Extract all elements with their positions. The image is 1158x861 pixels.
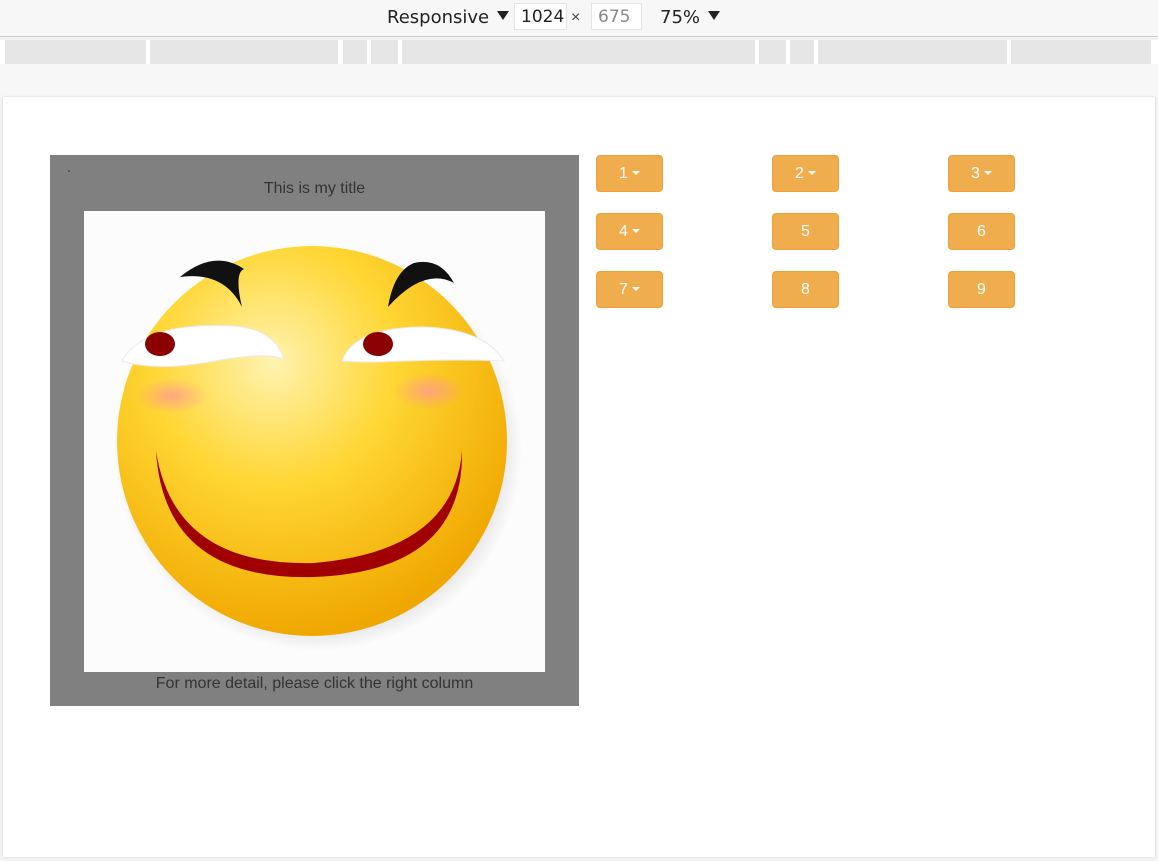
button-label: 4	[619, 223, 628, 240]
media-query-segment[interactable]	[402, 40, 755, 64]
button-label: 6	[977, 223, 986, 240]
dropdown-button-7[interactable]: 7	[596, 271, 663, 308]
dropdown-button-4[interactable]: 4	[596, 213, 663, 250]
zoom-dropdown[interactable]: 75%	[660, 7, 721, 28]
button-label: 1	[619, 165, 628, 182]
caret-down-icon	[631, 171, 640, 175]
dimension-separator: ×	[571, 9, 581, 26]
media-query-segment[interactable]	[790, 40, 814, 64]
image-card: This is my title For more detail, please…	[50, 155, 579, 706]
media-query-segment[interactable]	[150, 40, 338, 64]
button-label: 2	[795, 165, 804, 182]
smiley-image	[84, 211, 545, 672]
page-viewport: This is my title For more detail, please…	[3, 97, 1155, 857]
button-label: 7	[619, 281, 628, 298]
button-label: 3	[971, 165, 980, 182]
caret-down-icon	[631, 287, 640, 291]
device-mode-label: Responsive	[387, 7, 490, 28]
card-title: This is my title	[263, 180, 366, 197]
media-query-segment[interactable]	[1011, 40, 1151, 64]
decorative-dot	[68, 170, 70, 172]
button-label: 8	[801, 281, 810, 298]
media-query-segment[interactable]	[371, 40, 398, 64]
button-label: 9	[977, 281, 986, 298]
smiley-face-icon	[114, 246, 522, 651]
chevron-down-icon	[497, 11, 510, 20]
caret-down-icon	[983, 171, 992, 175]
chevron-down-icon	[708, 11, 721, 20]
media-query-segment[interactable]	[343, 40, 367, 64]
viewport-width-input[interactable]: 1024	[514, 3, 567, 30]
button-9[interactable]: 9	[948, 271, 1015, 308]
device-mode-dropdown[interactable]: Responsive	[387, 7, 510, 28]
ruler-spacer	[0, 64, 1158, 97]
caret-down-icon	[631, 229, 640, 233]
media-query-bar	[0, 40, 1158, 64]
button-label: 5	[801, 223, 810, 240]
dropdown-button-3[interactable]: 3	[948, 155, 1015, 192]
media-query-segment[interactable]	[5, 40, 146, 64]
media-query-segment[interactable]	[759, 40, 786, 64]
dropdown-button-1[interactable]: 1	[596, 155, 663, 192]
button-6[interactable]: 6	[948, 213, 1015, 250]
dropdown-button-2[interactable]: 2	[772, 155, 839, 192]
viewport-height-input[interactable]: 675	[591, 3, 642, 30]
button-8[interactable]: 8	[772, 271, 839, 308]
button-5[interactable]: 5	[772, 213, 839, 250]
card-caption: For more detail, please click the right …	[155, 675, 474, 692]
zoom-label: 75%	[660, 7, 701, 28]
media-query-segment[interactable]	[818, 40, 1007, 64]
devtools-toolbar: Responsive 1024 × 675 75%	[0, 0, 1158, 37]
caret-down-icon	[807, 171, 816, 175]
